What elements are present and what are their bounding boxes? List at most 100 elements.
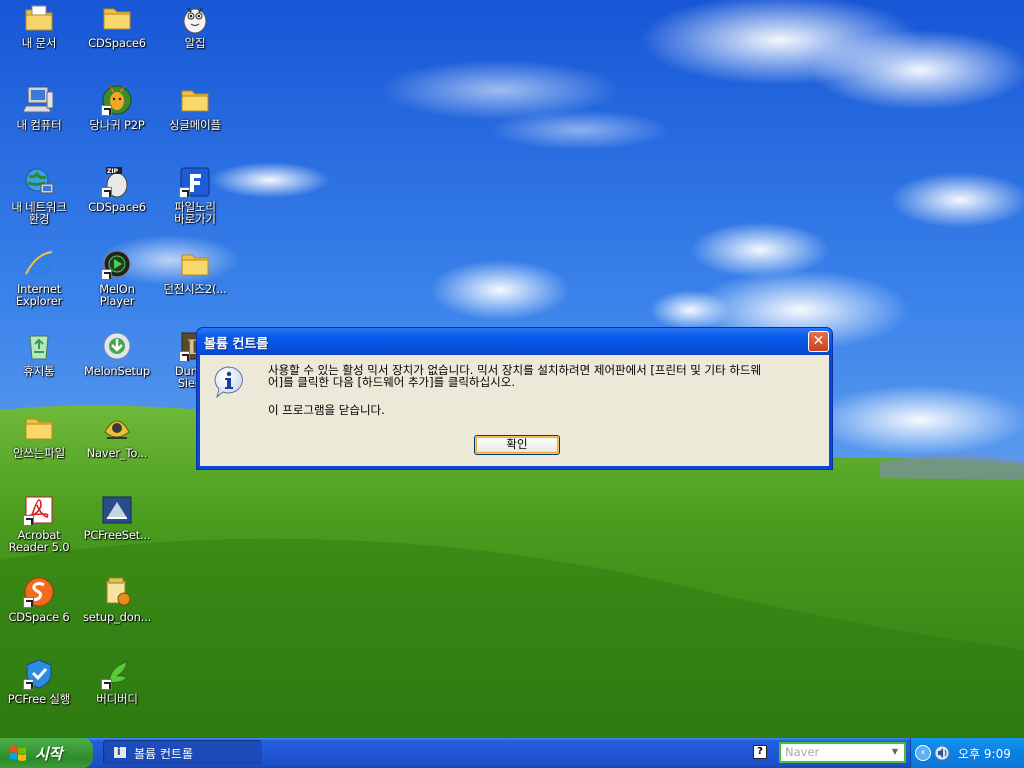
desktop-icon-label: setup_don... — [82, 610, 152, 624]
taskbar: 시작 볼륨 컨트롤 ? Naver ▼ ‹ 오후 9:09 — [0, 738, 1024, 768]
shortcut-arrow-icon — [101, 187, 112, 198]
desktop-icon-label: PCFreeSet... — [83, 528, 151, 542]
help-icon[interactable]: ? — [753, 745, 767, 759]
naver-search-box[interactable]: Naver ▼ — [779, 742, 906, 763]
desktop-icon-label: 던전시즈2(... — [163, 282, 227, 296]
dialog-message: 사용할 수 있는 활성 믹서 장치가 없습니다. 믹서 장치를 설치하려면 제어… — [268, 364, 828, 388]
desktop-icon-acrobat-reader[interactable]: Acrobat Reader 5.0 — [0, 492, 78, 570]
shortcut-arrow-icon — [179, 351, 190, 362]
shortcut-arrow-icon — [101, 679, 112, 690]
desktop-icon-label: 싱글메이플 — [169, 118, 221, 132]
desktop-icon-unused-files[interactable]: 안쓰는파일 — [0, 410, 78, 488]
desktop-icon-label: 휴지통 — [23, 364, 55, 378]
desktop-icon-recycle-bin[interactable]: 휴지통 — [0, 328, 78, 406]
desktop-icon-label: 파일노리 바로가기 — [174, 200, 216, 226]
desktop-icon-melon-player[interactable]: MelOn Player — [78, 246, 156, 324]
desktop-icon-internet-explorer[interactable]: Internet Explorer — [0, 246, 78, 324]
pcfree-setup-icon — [101, 494, 133, 526]
internet-explorer-icon — [23, 248, 55, 280]
show-hidden-icons-button[interactable]: ‹ — [915, 745, 931, 761]
desktop-icon-label: Naver_To... — [86, 446, 148, 460]
clock[interactable]: 오후 9:09 — [958, 745, 1011, 762]
setup-installer-icon — [101, 576, 133, 608]
dialog-body: 사용할 수 있는 활성 믹서 장치가 없습니다. 믹서 장치를 설치하려면 제어… — [200, 355, 829, 466]
desktop-icon-label: MelonSetup — [84, 364, 150, 378]
desktop-icon-label: 알집 — [184, 36, 206, 50]
taskbar-button-volume-control[interactable]: 볼륨 컨트롤 — [103, 740, 262, 765]
desktop-icon-my-computer[interactable]: 내 컴퓨터 — [0, 82, 78, 160]
zip-egg-icon: ZIP — [101, 166, 133, 198]
desktop-icon-dungeon-siege2-folder[interactable]: 던전시즈2(... — [156, 246, 234, 324]
shortcut-arrow-icon — [23, 515, 34, 526]
shortcut-arrow-icon — [179, 187, 190, 198]
desktop-icon-label: 버디버디 — [96, 692, 138, 706]
naver-toolbar-icon — [101, 412, 133, 444]
alzip-mascot-icon — [179, 2, 211, 34]
dialog-message-line2: 어]를 클릭한 다음 [하드웨어 추가]를 클릭하십시오. — [268, 375, 515, 389]
folder-icon — [23, 412, 55, 444]
desktop-icon-cdspace-6[interactable]: CDSpace 6 — [0, 574, 78, 652]
desktop-icon-network-places[interactable]: 내 네트워크 환경 — [0, 164, 78, 242]
desktop-icon-label: 내 문서 — [21, 36, 57, 50]
my-documents-icon — [23, 2, 55, 34]
dialog-close-notice: 이 프로그램을 닫습니다. — [268, 403, 385, 417]
desktop-icon-label: 내 컴퓨터 — [16, 118, 62, 132]
desktop-icon-label: Internet Explorer — [15, 282, 63, 308]
my-computer-icon — [23, 84, 55, 116]
windows-flag-icon — [10, 746, 26, 761]
desktop-icon-single-maple[interactable]: 싱글메이플 — [156, 82, 234, 160]
melon-setup-icon — [101, 330, 133, 362]
naver-search-input[interactable]: Naver ▼ — [781, 744, 904, 761]
buddybuddy-icon — [101, 658, 133, 690]
desktop-icon-donkey-p2p[interactable]: 당나귀 P2P — [78, 82, 156, 160]
info-icon — [113, 745, 127, 759]
svg-text:ZIP: ZIP — [107, 168, 119, 175]
desktop-icon-label: 내 네트워크 환경 — [11, 200, 67, 226]
desktop-icon-pcfree-run[interactable]: PCFree 실행 — [0, 656, 78, 734]
desktop-icon-alzip[interactable]: 알집 — [156, 0, 234, 78]
desktop-icon-my-documents[interactable]: 내 문서 — [0, 0, 78, 78]
dialog-titlebar[interactable]: 볼륨 컨트롤 ✕ — [197, 328, 832, 355]
desktop-icon-label: PCFree 실행 — [7, 692, 71, 706]
volume-speaker-icon[interactable] — [934, 745, 950, 761]
desktop-icon-filenori[interactable]: 파일노리 바로가기 — [156, 164, 234, 242]
desktop-icon-label: CDSpace 6 — [8, 610, 70, 624]
desktop-icon-setup-donkey[interactable]: setup_don... — [78, 574, 156, 652]
dialog-title: 볼륨 컨트롤 — [204, 337, 269, 352]
desktop-icon-melon-setup[interactable]: MelonSetup — [78, 328, 156, 406]
desktop-icon-label: Acrobat Reader 5.0 — [8, 528, 70, 554]
close-button[interactable]: ✕ — [808, 331, 829, 352]
cdspace-s-icon — [23, 576, 55, 608]
chevron-down-icon[interactable]: ▼ — [888, 745, 902, 759]
volume-control-dialog: 볼륨 컨트롤 ✕ 사용할 수 있는 활성 믹서 장치가 없습니다. 믹서 장치를… — [196, 327, 833, 470]
donkey-p2p-icon — [101, 84, 133, 116]
desktop-icon-cdspace6-folder[interactable]: CDSpace6 — [78, 0, 156, 78]
start-button[interactable]: 시작 — [0, 738, 93, 768]
recycle-bin-icon — [23, 330, 55, 362]
taskbar-button-label: 볼륨 컨트롤 — [134, 747, 194, 761]
desktop-icon-label: MelOn Player — [99, 282, 135, 308]
desktop-icon-naver-toolbar[interactable]: Naver_To... — [78, 410, 156, 488]
desktop-icon-cdspace6-zip[interactable]: ZIP CDSpace6 — [78, 164, 156, 242]
shortcut-arrow-icon — [101, 269, 112, 280]
filenori-f-icon — [179, 166, 211, 198]
desktop-icon-label: 안쓰는파일 — [13, 446, 65, 460]
desktop-icon-pcfree-setup[interactable]: PCFreeSet... — [78, 492, 156, 570]
shortcut-arrow-icon — [23, 597, 34, 608]
desktop-icon-buddybuddy[interactable]: 버디버디 — [78, 656, 156, 734]
start-label: 시작 — [35, 745, 63, 763]
info-icon — [214, 366, 243, 399]
folder-icon — [179, 84, 211, 116]
system-tray: ‹ 오후 9:09 — [910, 738, 1024, 768]
desktop-icon-label: 당나귀 P2P — [89, 118, 145, 132]
acrobat-reader-icon — [23, 494, 55, 526]
naver-search-placeholder: Naver — [785, 745, 820, 759]
desktop-icon-label: CDSpace6 — [88, 36, 146, 50]
ok-button[interactable]: 확인 — [474, 435, 560, 455]
pcfree-shield-icon — [23, 658, 55, 690]
melon-player-icon — [101, 248, 133, 280]
shortcut-arrow-icon — [23, 679, 34, 690]
shortcut-arrow-icon — [101, 105, 112, 116]
folder-icon — [101, 2, 133, 34]
desktop-icon-label: CDSpace6 — [88, 200, 146, 214]
